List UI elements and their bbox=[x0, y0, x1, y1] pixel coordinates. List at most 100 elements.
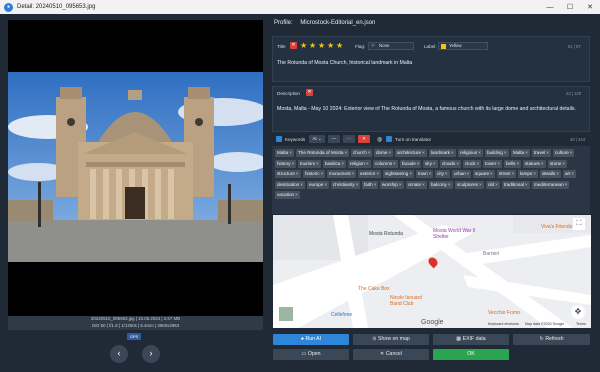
keyword-tag[interactable]: square× bbox=[473, 170, 495, 178]
remove-tag-icon[interactable]: × bbox=[429, 171, 432, 176]
remove-tag-icon[interactable]: × bbox=[374, 182, 377, 187]
keyword-tag[interactable]: facade× bbox=[400, 159, 422, 168]
remove-tag-icon[interactable]: × bbox=[422, 150, 425, 155]
remove-tag-icon[interactable]: × bbox=[541, 161, 544, 166]
minimize-button[interactable]: — bbox=[540, 0, 560, 14]
rating-star-5[interactable]: ★ bbox=[336, 42, 343, 50]
remove-tag-icon[interactable]: × bbox=[490, 171, 493, 176]
keyword-tag[interactable]: details× bbox=[540, 170, 561, 178]
keyword-tag[interactable]: columns× bbox=[373, 159, 398, 168]
remove-tag-icon[interactable]: × bbox=[389, 150, 392, 155]
keyword-tag[interactable]: traditional× bbox=[502, 180, 530, 189]
keyword-tag[interactable]: city× bbox=[435, 170, 450, 178]
profile-value[interactable]: Microstock-Editorial_en.json bbox=[300, 20, 375, 26]
keyword-tag[interactable]: street× bbox=[497, 170, 517, 178]
keyword-tag[interactable]: worship× bbox=[380, 180, 404, 189]
map-move-icon[interactable]: ✥ bbox=[571, 305, 585, 319]
remove-tag-icon[interactable]: × bbox=[399, 182, 402, 187]
clear-description-button[interactable]: ✕ bbox=[306, 89, 313, 96]
remove-tag-icon[interactable]: × bbox=[344, 150, 347, 155]
keyword-tag[interactable]: dome× bbox=[374, 149, 394, 157]
keyword-tag[interactable]: culture× bbox=[553, 149, 575, 157]
open-button[interactable]: ▭ Open bbox=[273, 349, 349, 360]
remove-tag-icon[interactable]: × bbox=[356, 182, 359, 187]
previous-image-button[interactable]: ‹ bbox=[110, 345, 128, 363]
keyword-tag[interactable]: destination× bbox=[275, 180, 305, 189]
keyword-tag[interactable]: sightseeing× bbox=[383, 170, 414, 178]
keyword-tag[interactable]: bells× bbox=[504, 159, 522, 168]
remove-tag-icon[interactable]: × bbox=[525, 150, 528, 155]
exif-data-button[interactable]: ▦ EXIF data bbox=[433, 334, 509, 345]
keyword-tag[interactable]: travel× bbox=[532, 149, 551, 157]
remove-tag-icon[interactable]: × bbox=[300, 182, 303, 187]
remove-tag-icon[interactable]: × bbox=[451, 150, 454, 155]
keyword-tag[interactable]: structure× bbox=[275, 170, 301, 178]
remove-tag-icon[interactable]: × bbox=[422, 182, 425, 187]
remove-tag-icon[interactable]: × bbox=[562, 161, 565, 166]
keywords-tag-area[interactable]: Malta× The Rotunda of Mosta× church× dome× a… bbox=[272, 146, 590, 214]
remove-tag-icon[interactable]: × bbox=[571, 171, 574, 176]
remove-tag-icon[interactable]: × bbox=[512, 171, 515, 176]
keyword-tag[interactable]: Malta× bbox=[511, 149, 530, 157]
remove-tag-icon[interactable]: × bbox=[556, 171, 559, 176]
keyword-tag[interactable]: monument× bbox=[327, 170, 357, 178]
remove-tag-icon[interactable]: × bbox=[445, 171, 448, 176]
title-text[interactable]: The Rotunda of Mosta Church, historical … bbox=[277, 60, 587, 66]
keyword-tag[interactable]: basilica× bbox=[323, 159, 347, 168]
remove-tag-icon[interactable]: × bbox=[467, 171, 470, 176]
photo-preview[interactable] bbox=[8, 72, 263, 262]
remove-tag-icon[interactable]: × bbox=[476, 161, 479, 166]
remove-tag-icon[interactable]: × bbox=[456, 161, 459, 166]
rating-star-3[interactable]: ★ bbox=[318, 42, 325, 50]
refresh-button[interactable]: ↻ Refresh bbox=[513, 334, 590, 345]
keyword-tag[interactable]: religion× bbox=[348, 159, 371, 168]
keyword-tag[interactable]: faith× bbox=[362, 180, 379, 189]
keyword-tag[interactable]: building× bbox=[485, 149, 509, 157]
run-ai-button[interactable]: ● Run AI bbox=[273, 334, 349, 345]
clear-keywords-button[interactable]: ✕ bbox=[358, 135, 370, 143]
description-text[interactable]: Mosta, Malta - May 10 2024: Exterior vie… bbox=[277, 106, 587, 112]
remove-tag-icon[interactable]: × bbox=[292, 161, 295, 166]
keyword-tag[interactable]: old× bbox=[486, 180, 500, 189]
keyword-tag[interactable]: religious× bbox=[458, 149, 483, 157]
remove-tag-icon[interactable]: × bbox=[366, 161, 369, 166]
keyword-tag[interactable]: ornate× bbox=[406, 180, 427, 189]
remove-tag-icon[interactable]: × bbox=[546, 150, 549, 155]
map-fullscreen-icon[interactable]: ⛶ bbox=[573, 218, 585, 230]
next-image-button[interactable]: › bbox=[142, 345, 160, 363]
remove-tag-icon[interactable]: × bbox=[376, 171, 379, 176]
ai-dropdown[interactable]: AI ⌄ bbox=[309, 135, 325, 143]
remove-tag-icon[interactable]: × bbox=[478, 150, 481, 155]
keyword-tag[interactable]: mediterranean× bbox=[532, 180, 570, 189]
keyword-tag[interactable]: balcony× bbox=[429, 180, 453, 189]
clear-title-button[interactable]: ✕ bbox=[290, 42, 297, 49]
keyword-tag[interactable]: stone× bbox=[548, 159, 567, 168]
rating-star-1[interactable]: ★ bbox=[300, 42, 307, 50]
keyword-tag[interactable]: historic× bbox=[303, 170, 326, 178]
keyword-tag[interactable]: exterior× bbox=[358, 170, 382, 178]
keywords-checkbox[interactable] bbox=[276, 136, 282, 142]
remove-tag-icon[interactable]: × bbox=[497, 161, 500, 166]
remove-tag-icon[interactable]: × bbox=[296, 171, 299, 176]
remove-tag-icon[interactable]: × bbox=[289, 150, 292, 155]
keyword-tag[interactable]: church× bbox=[351, 149, 373, 157]
remove-tag-icon[interactable]: × bbox=[368, 150, 371, 155]
map-terms-link[interactable]: Terms bbox=[576, 322, 586, 326]
keyword-tag[interactable]: architecture× bbox=[395, 149, 427, 157]
cancel-button[interactable]: ✕ Cancel bbox=[353, 349, 429, 360]
remove-tag-icon[interactable]: × bbox=[533, 171, 536, 176]
remove-tag-icon[interactable]: × bbox=[409, 171, 412, 176]
remove-tag-icon[interactable]: × bbox=[324, 182, 327, 187]
keyword-tag[interactable]: tourism× bbox=[298, 159, 321, 168]
remove-tag-icon[interactable]: × bbox=[504, 150, 507, 155]
color-label-select[interactable]: Yellow bbox=[438, 42, 488, 50]
keyword-tag[interactable]: clock× bbox=[463, 159, 482, 168]
keyword-tag[interactable]: landmark× bbox=[429, 149, 456, 157]
remove-tag-icon[interactable]: × bbox=[516, 161, 519, 166]
keyword-tag[interactable]: vacation× bbox=[275, 191, 300, 199]
remove-tag-icon[interactable]: × bbox=[393, 161, 396, 166]
keyword-tag[interactable]: tower× bbox=[483, 159, 502, 168]
keyword-tag[interactable]: town× bbox=[416, 170, 434, 178]
keyword-tag[interactable]: christianity× bbox=[331, 180, 361, 189]
translator-checkbox[interactable] bbox=[386, 136, 392, 142]
